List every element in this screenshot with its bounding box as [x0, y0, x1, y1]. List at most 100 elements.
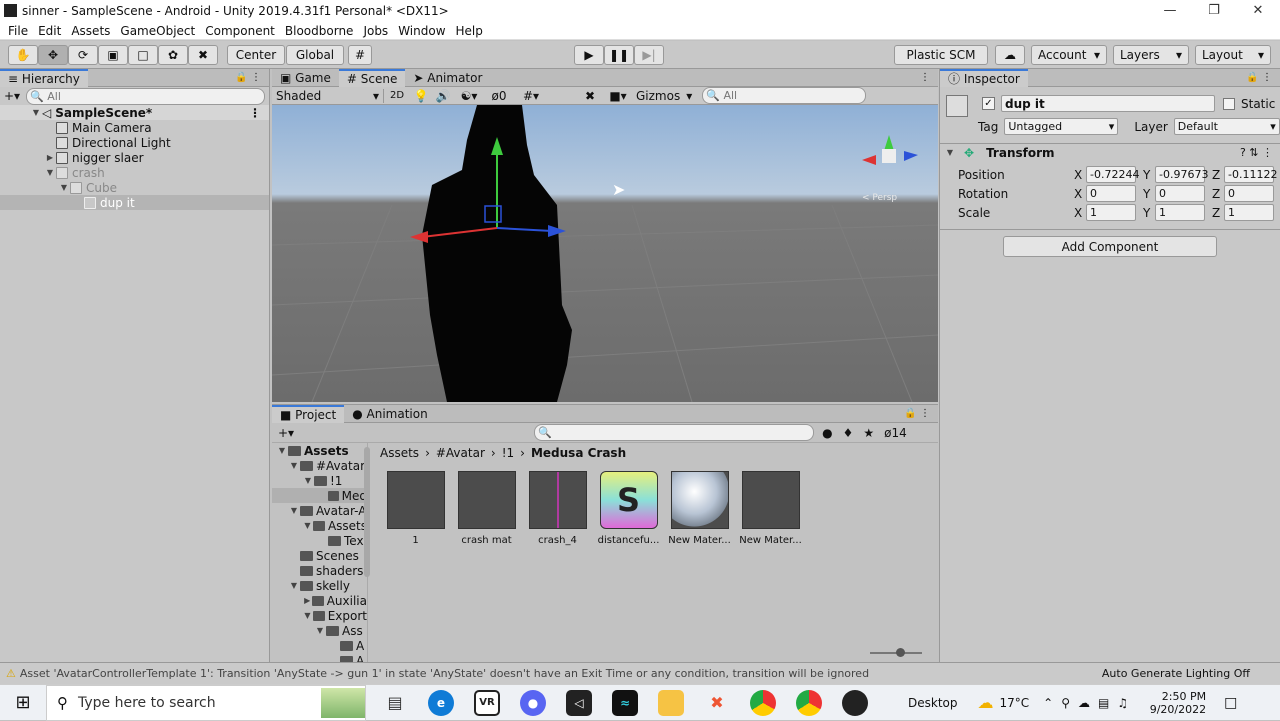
- menu-component[interactable]: Component: [205, 22, 275, 40]
- tab-project[interactable]: ■ Project: [272, 404, 345, 423]
- hand-tool-icon[interactable]: ✋: [8, 45, 38, 65]
- active-checkbox[interactable]: ✓: [982, 97, 995, 110]
- custom-tool-icon[interactable]: ✖: [188, 45, 218, 65]
- hidden-objects-toggle[interactable]: ø0: [484, 89, 514, 103]
- rect-tool-icon[interactable]: □: [128, 45, 158, 65]
- camera-icon[interactable]: ■▾: [604, 89, 632, 103]
- add-icon[interactable]: +▾: [278, 426, 294, 440]
- tab-inspector[interactable]: ⓘ Inspector: [940, 68, 1028, 87]
- tab-animator[interactable]: ➤ Animator: [405, 69, 490, 87]
- unity-hub-icon[interactable]: ≈: [612, 689, 638, 716]
- expand-icon[interactable]: ▼: [302, 611, 313, 620]
- more-icon[interactable]: ⋮: [920, 72, 930, 83]
- favorite-icon[interactable]: ★: [863, 426, 874, 440]
- transform-header[interactable]: ▼ ✥ Transform ? ⇅ ⋮: [940, 143, 1280, 161]
- filter-type-icon[interactable]: ●: [822, 426, 832, 440]
- rotate-tool-icon[interactable]: ⟳: [68, 45, 98, 65]
- gizmos-dropdown[interactable]: Gizmos ▾: [632, 89, 696, 103]
- pause-icon[interactable]: ❚❚: [604, 45, 634, 65]
- expand-icon[interactable]: ▼: [288, 581, 300, 590]
- list-item[interactable]: dup it: [0, 195, 269, 210]
- minimize-icon[interactable]: —: [1148, 0, 1192, 22]
- hidden-count-badge[interactable]: ø14: [884, 426, 907, 440]
- step-icon[interactable]: ▶|: [634, 45, 664, 65]
- asset-tile[interactable]: crash_4: [522, 471, 593, 546]
- asset-tile[interactable]: New Mater...: [735, 471, 806, 546]
- asset-tile[interactable]: Sdistancefu...: [593, 471, 664, 546]
- shading-dropdown[interactable]: Shaded ▾: [272, 88, 384, 103]
- scale-z-field[interactable]: 1: [1224, 204, 1274, 221]
- expand-icon[interactable]: ▼: [302, 476, 314, 485]
- expand-icon[interactable]: ▶: [302, 596, 312, 605]
- zoom-slider-handle[interactable]: [896, 648, 905, 657]
- temperature[interactable]: 17°C: [1000, 696, 1030, 710]
- file-explorer-icon[interactable]: [658, 689, 684, 716]
- label-icon[interactable]: ♦: [843, 426, 854, 440]
- expand-icon[interactable]: ▼: [944, 148, 956, 157]
- taskbar-search-input[interactable]: ⚲ Type here to search: [46, 684, 366, 721]
- breadcrumb-item[interactable]: Assets: [380, 446, 419, 460]
- scale-tool-icon[interactable]: ▣: [98, 45, 128, 65]
- plastic-scm-button[interactable]: Plastic SCM: [894, 45, 988, 65]
- hierarchy-search-input[interactable]: 🔍 All: [26, 87, 265, 105]
- tree-item[interactable]: shaders: [272, 563, 367, 578]
- menu-edit[interactable]: Edit: [38, 22, 61, 40]
- menu-assets[interactable]: Assets: [71, 22, 110, 40]
- pivot-center-button[interactable]: Center: [227, 45, 285, 65]
- menu-file[interactable]: File: [8, 22, 28, 40]
- tree-item[interactable]: ▼ skelly: [272, 578, 367, 593]
- list-item[interactable]: Directional Light: [0, 135, 269, 150]
- expand-icon[interactable]: ▼: [276, 446, 288, 455]
- chrome-profile-icon[interactable]: [796, 689, 822, 716]
- tree-item[interactable]: ▼ Assets: [272, 443, 367, 458]
- tree-item[interactable]: ▼ #Avatar: [272, 458, 367, 473]
- expand-icon[interactable]: ▼: [44, 168, 56, 177]
- tree-item[interactable]: ▼ Ass: [272, 623, 367, 638]
- unity-icon[interactable]: ◁: [566, 689, 592, 716]
- play-icon[interactable]: ▶: [574, 45, 604, 65]
- mode-2d-button[interactable]: 2D: [384, 90, 410, 101]
- chrome-icon[interactable]: [750, 689, 776, 716]
- tree-item[interactable]: Tex: [272, 533, 367, 548]
- rotation-x-field[interactable]: 0: [1086, 185, 1136, 202]
- task-view-icon[interactable]: ▤: [382, 690, 408, 716]
- expand-icon[interactable]: ▼: [288, 461, 300, 470]
- tag-dropdown[interactable]: Untagged ▾: [1004, 118, 1119, 135]
- app-circle-icon[interactable]: [842, 689, 868, 716]
- effects-icon[interactable]: ☯▾: [454, 89, 484, 103]
- vr-icon[interactable]: VR: [474, 689, 500, 716]
- scene-search-input[interactable]: 🔍 All: [702, 87, 867, 104]
- lock-icon[interactable]: 🔒 ⋮: [1246, 72, 1272, 83]
- tab-hierarchy[interactable]: ≡ Hierarchy: [0, 68, 88, 87]
- object-name-field[interactable]: dup it: [1001, 95, 1215, 112]
- lock-icon[interactable]: 🔒 ⋮: [904, 408, 930, 419]
- tab-scene[interactable]: # Scene: [338, 68, 406, 87]
- tab-animation[interactable]: ● Animation: [344, 405, 435, 423]
- snap-icon[interactable]: #: [348, 45, 372, 65]
- expand-icon[interactable]: ▼: [30, 108, 42, 117]
- rotation-y-field[interactable]: 0: [1155, 185, 1205, 202]
- position-y-field[interactable]: -0.97673: [1155, 166, 1208, 183]
- menu-bloodborne[interactable]: Bloodborne: [285, 22, 354, 40]
- component-menu-icon[interactable]: ? ⇅ ⋮: [1240, 146, 1273, 159]
- rotation-z-field[interactable]: 0: [1224, 185, 1274, 202]
- tools-icon[interactable]: ✖: [576, 89, 604, 103]
- persp-label[interactable]: < Persp: [862, 193, 897, 203]
- list-item[interactable]: ▼ crash: [0, 165, 269, 180]
- pivot-global-button[interactable]: Global: [286, 45, 344, 65]
- breadcrumb-item[interactable]: !1: [502, 446, 514, 460]
- tree-item[interactable]: ▼ !1: [272, 473, 367, 488]
- windows-start-icon[interactable]: ⊞: [0, 692, 46, 713]
- tree-scrollbar[interactable]: [364, 447, 370, 577]
- discord-icon[interactable]: ●: [520, 689, 546, 716]
- tree-item[interactable]: Scenes: [272, 548, 367, 563]
- tree-item[interactable]: Med: [272, 488, 367, 503]
- add-component-button[interactable]: Add Component: [1003, 236, 1217, 257]
- asset-tile[interactable]: 1: [380, 471, 451, 546]
- app-icon[interactable]: ✖: [704, 690, 730, 716]
- light-icon[interactable]: 💡: [410, 89, 432, 103]
- expand-icon[interactable]: ▼: [288, 506, 300, 515]
- account-dropdown[interactable]: Account ▾: [1031, 45, 1107, 65]
- scale-x-field[interactable]: 1: [1086, 204, 1136, 221]
- lighting-status[interactable]: Auto Generate Lighting Off: [1102, 667, 1250, 680]
